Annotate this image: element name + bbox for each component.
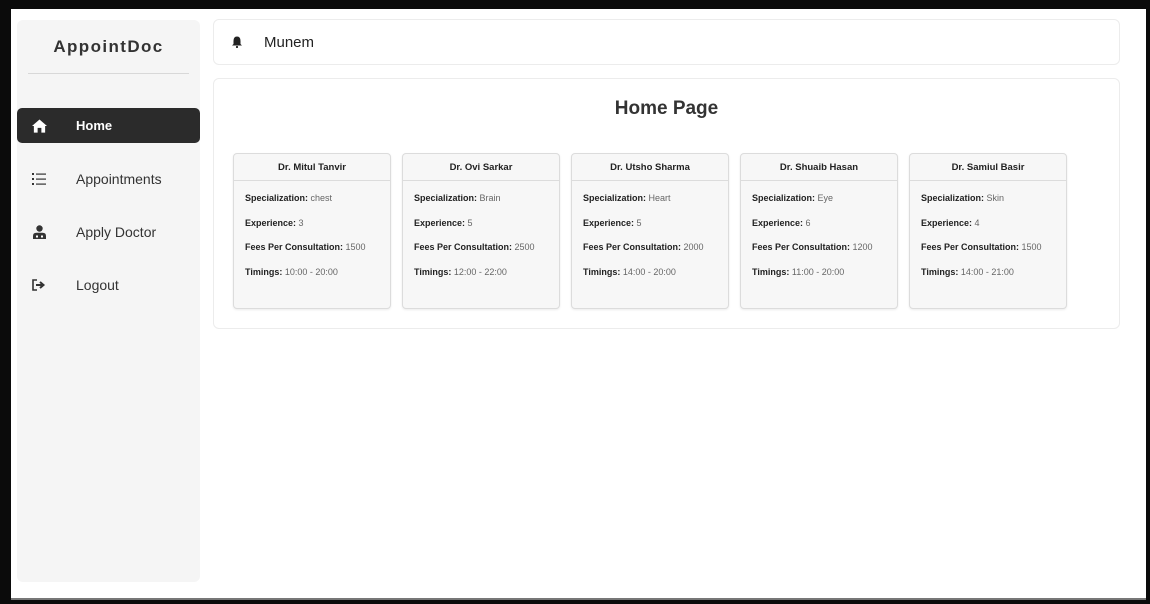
fees-line: Fees Per Consultation: 2500 [414,242,559,252]
doctor-card[interactable]: Dr. Shuaib Hasan Specialization: Eye Exp… [740,153,898,309]
field-value: 1200 [852,242,873,252]
field-value: 2000 [683,242,704,252]
sidebar-item-home[interactable]: Home [17,108,200,143]
sidebar: AppointDoc Home Appointments Apply Docto… [17,20,200,582]
fees-line: Fees Per Consultation: 1500 [921,242,1066,252]
experience-line: Experience: 5 [583,218,728,228]
field-label: Fees Per Consultation: [414,242,513,252]
specialization-line: Specialization: Skin [921,193,1066,203]
doctor-card[interactable]: Dr. Mitul Tanvir Specialization: chest E… [233,153,391,309]
field-label: Experience: [245,217,297,228]
field-label: Specialization: [921,193,985,203]
field-label: Timings: [583,266,621,277]
fees-line: Fees Per Consultation: 1500 [245,242,390,252]
field-label: Timings: [245,266,283,277]
brand-logo[interactable]: AppointDoc [28,20,189,74]
sidebar-item-label: Appointments [76,170,162,187]
logout-icon [17,278,60,291]
field-value: chest [310,193,333,203]
field-label: Specialization: [752,193,816,203]
specialization-line: Specialization: chest [245,193,390,203]
field-value: 10:00 - 20:00 [284,266,338,277]
timings-line: Timings: 11:00 - 20:00 [752,267,897,277]
field-label: Experience: [752,217,804,228]
field-label: Timings: [752,266,790,277]
user-name[interactable]: Munem [264,34,314,51]
specialization-line: Specialization: Heart [583,193,728,203]
field-value: 12:00 - 22:00 [453,266,507,277]
field-label: Fees Per Consultation: [752,242,851,252]
home-icon [17,118,60,133]
fees-line: Fees Per Consultation: 1200 [752,242,897,252]
main-content: Home Page Dr. Mitul Tanvir Specializatio… [213,78,1120,329]
field-label: Experience: [583,217,635,228]
bell-icon[interactable] [227,36,247,48]
field-label: Experience: [921,217,973,228]
sidebar-item-label: Home [76,118,113,133]
doctor-name: Dr. Shuaib Hasan [741,154,897,181]
doctor-card[interactable]: Dr. Ovi Sarkar Specialization: Brain Exp… [402,153,560,309]
user-doctor-icon [17,224,60,239]
experience-line: Experience: 6 [752,218,897,228]
field-value: 1500 [1021,242,1042,252]
field-label: Timings: [414,266,452,277]
sidebar-menu: Home Appointments Apply Doctor Logout [17,108,200,302]
frame-bottom-line [11,598,1146,600]
field-label: Fees Per Consultation: [245,242,344,252]
doctor-card[interactable]: Dr. Samiul Basir Specialization: Skin Ex… [909,153,1067,309]
experience-line: Experience: 5 [414,218,559,228]
timings-line: Timings: 14:00 - 21:00 [921,267,1066,277]
page-title: Home Page [614,98,719,119]
field-value: 4 [974,217,980,228]
field-label: Fees Per Consultation: [921,242,1020,252]
experience-line: Experience: 3 [245,218,390,228]
doctor-name: Dr. Mitul Tanvir [234,154,390,181]
timings-line: Timings: 10:00 - 20:00 [245,267,390,277]
field-value: Heart [648,193,671,203]
field-label: Fees Per Consultation: [583,242,682,252]
sidebar-item-apply-doctor[interactable]: Apply Doctor [17,214,200,249]
field-value: 6 [805,217,811,228]
field-value: 11:00 - 20:00 [791,266,845,277]
doctor-name: Dr. Ovi Sarkar [403,154,559,181]
field-value: Skin [986,193,1005,203]
doctor-name: Dr. Utsho Sharma [572,154,728,181]
field-value: 5 [636,217,642,228]
doctor-name: Dr. Samiul Basir [910,154,1066,181]
specialization-line: Specialization: Brain [414,193,559,203]
field-value: 3 [298,217,304,228]
sidebar-item-appointments[interactable]: Appointments [17,161,200,196]
field-value: 14:00 - 20:00 [622,266,676,277]
timings-line: Timings: 12:00 - 22:00 [414,267,559,277]
sidebar-item-label: Logout [76,276,119,293]
fees-line: Fees Per Consultation: 2000 [583,242,728,252]
sidebar-item-logout[interactable]: Logout [17,267,200,302]
field-label: Specialization: [583,193,647,203]
field-value: 2500 [514,242,535,252]
field-value: 14:00 - 21:00 [960,266,1014,277]
field-label: Specialization: [414,193,478,203]
field-value: Eye [817,193,834,203]
field-value: 5 [467,217,473,228]
specialization-line: Specialization: Eye [752,193,897,203]
doctor-card-list: Dr. Mitul Tanvir Specialization: chest E… [233,153,1067,309]
field-label: Timings: [921,266,959,277]
field-label: Experience: [414,217,466,228]
timings-line: Timings: 14:00 - 20:00 [583,267,728,277]
list-icon [17,172,60,185]
experience-line: Experience: 4 [921,218,1066,228]
sidebar-item-label: Apply Doctor [76,223,157,240]
top-header: Munem [213,19,1120,65]
field-value: 1500 [345,242,366,252]
field-value: Brain [479,193,501,203]
field-label: Specialization: [245,193,309,203]
doctor-card[interactable]: Dr. Utsho Sharma Specialization: Heart E… [571,153,729,309]
